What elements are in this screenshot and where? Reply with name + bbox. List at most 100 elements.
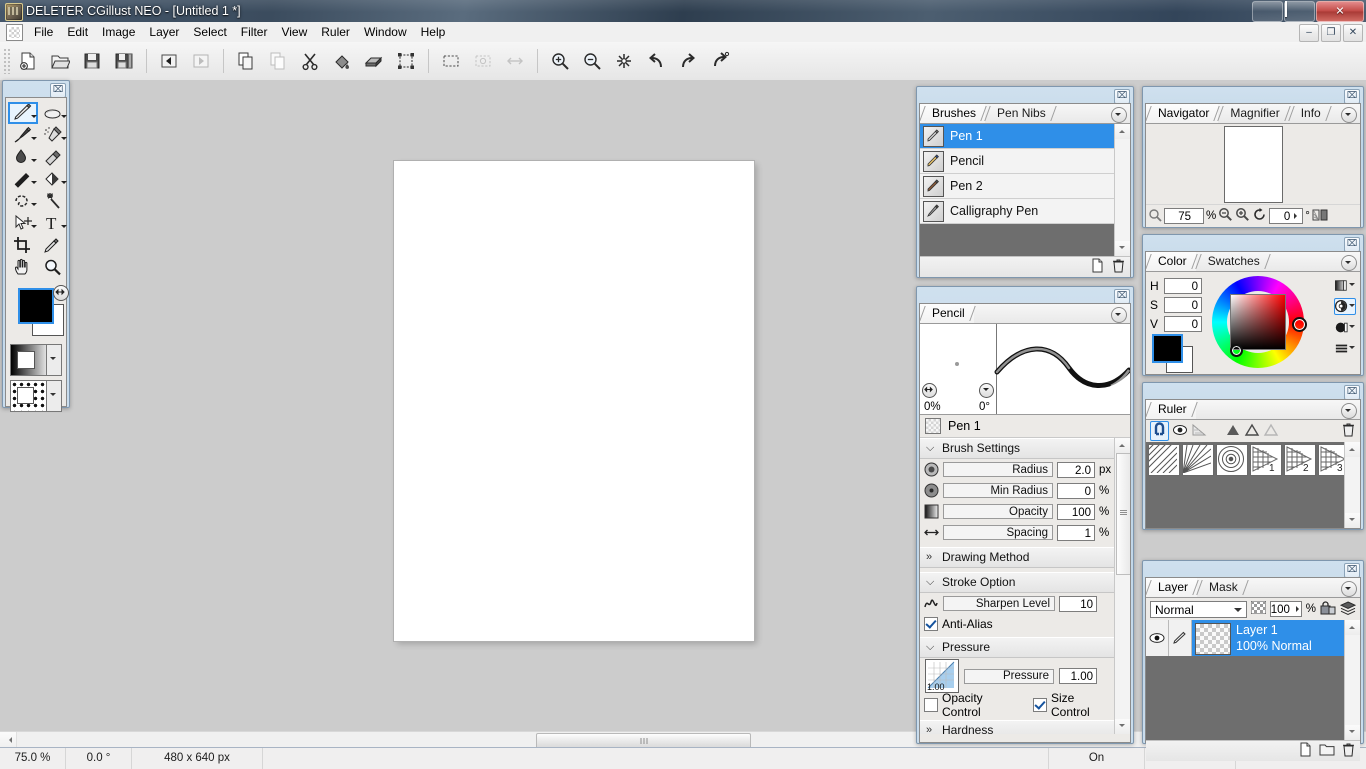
- navigator-preview[interactable]: [1146, 124, 1360, 204]
- layer-thumbnail-icon[interactable]: [1250, 600, 1267, 617]
- channel-s-input[interactable]: 0: [1164, 296, 1202, 313]
- setting-sharpen-level[interactable]: Sharpen Level 10: [920, 593, 1115, 614]
- ruler-panel-grip[interactable]: ⌧: [1145, 385, 1361, 400]
- color-circle-mode-icon[interactable]: [1334, 319, 1356, 336]
- close-button[interactable]: ✕: [1316, 1, 1364, 22]
- airbrush-tool-caret[interactable]: [61, 137, 67, 143]
- tab-pencil[interactable]: Pencil: [920, 304, 974, 323]
- scroll-left-icon[interactable]: [0, 732, 17, 748]
- magic-wand-tool[interactable]: [38, 190, 68, 212]
- trash-icon[interactable]: [1111, 258, 1126, 276]
- spacing-slider[interactable]: Spacing: [943, 525, 1053, 540]
- brushes-panel-close-button[interactable]: ⌧: [1114, 89, 1130, 104]
- save-icon[interactable]: [77, 46, 107, 76]
- blur-tool[interactable]: [8, 146, 38, 168]
- pencil-icon[interactable]: [1169, 620, 1192, 656]
- brush-settings-panel-close-button[interactable]: ⌧: [1114, 289, 1130, 304]
- channel-v-input[interactable]: 0: [1164, 315, 1202, 332]
- color-wheel-mode-icon[interactable]: [1334, 298, 1356, 315]
- menu-ruler[interactable]: Ruler: [314, 22, 357, 42]
- fill-bucket-tool-caret[interactable]: [61, 181, 67, 187]
- menu-view[interactable]: View: [274, 22, 314, 42]
- panel-menu-icon[interactable]: [1341, 107, 1357, 123]
- ruler-panel-close-button[interactable]: ⌧: [1344, 385, 1360, 400]
- checkbox-anti-alias[interactable]: Anti-Alias: [920, 614, 1115, 633]
- min-radius-input[interactable]: 0: [1057, 482, 1095, 499]
- color-panel-close-button[interactable]: ⌧: [1344, 237, 1360, 252]
- mdi-minimize-button[interactable]: –: [1299, 24, 1319, 42]
- spacing-input[interactable]: 1: [1057, 524, 1095, 541]
- radius-slider[interactable]: Radius: [943, 462, 1053, 477]
- redo-icon[interactable]: [673, 46, 703, 76]
- color-panel-grip[interactable]: ⌧: [1145, 237, 1361, 252]
- setting-min-radius[interactable]: Min Radius 0 %: [920, 480, 1115, 501]
- color-bar-mode-icon[interactable]: [1334, 277, 1356, 294]
- eraser-block-icon[interactable]: [359, 46, 389, 76]
- eraser-tool-caret[interactable]: [61, 115, 67, 121]
- panel-menu-icon[interactable]: [1341, 255, 1357, 271]
- checkbox-opacity-control[interactable]: Opacity Control: [924, 691, 1023, 719]
- table-row[interactable]: Layer 1 100% Normal: [1146, 620, 1345, 656]
- blur-tool-caret[interactable]: [31, 159, 37, 165]
- undo-icon[interactable]: [641, 46, 671, 76]
- channel-h-input[interactable]: 0: [1164, 277, 1202, 294]
- layer-panel-close-button[interactable]: ⌧: [1344, 563, 1360, 578]
- brush-tool[interactable]: [8, 124, 38, 146]
- menu-filter[interactable]: Filter: [234, 22, 275, 42]
- anti-alias-checkbox[interactable]: [924, 616, 938, 631]
- zoom-out-icon[interactable]: [1218, 207, 1233, 225]
- list-item[interactable]: Calligraphy Pen: [920, 199, 1115, 224]
- tool-palette-close-button[interactable]: ⌧: [50, 83, 66, 98]
- next-page-icon[interactable]: [186, 46, 216, 76]
- pressure-slider[interactable]: Pressure: [964, 668, 1054, 684]
- trash-icon[interactable]: [1341, 742, 1356, 760]
- blend-mode-select[interactable]: Normal: [1150, 600, 1247, 618]
- hand-tool[interactable]: [8, 256, 38, 278]
- text-tool[interactable]: T: [38, 212, 68, 234]
- radial-lines-ruler[interactable]: [1182, 444, 1214, 476]
- pressure-curve-icon[interactable]: 1.00: [925, 659, 959, 693]
- maximize-button[interactable]: [1284, 1, 1315, 22]
- scroll-down-icon[interactable]: [1345, 513, 1360, 528]
- brush-settings-scrollbar[interactable]: [1114, 438, 1130, 734]
- filled-triangle-icon[interactable]: [1225, 423, 1241, 440]
- light-triangle-icon[interactable]: [1263, 423, 1279, 440]
- scrollbar-thumb[interactable]: [1116, 453, 1130, 575]
- toolbar-grip[interactable]: [3, 48, 12, 74]
- menu-file[interactable]: File: [27, 22, 60, 42]
- eye-icon[interactable]: [1146, 620, 1169, 656]
- panel-menu-icon[interactable]: [1111, 107, 1127, 123]
- tab-mask[interactable]: Mask: [1197, 578, 1247, 597]
- eyedropper-tool[interactable]: [38, 234, 68, 256]
- panel-menu-icon[interactable]: [1341, 581, 1357, 597]
- setting-opacity[interactable]: Opacity 100 %: [920, 501, 1115, 522]
- rotate-icon[interactable]: [1252, 207, 1267, 225]
- min-radius-slider[interactable]: Min Radius: [943, 483, 1053, 498]
- crop-tool[interactable]: [8, 234, 38, 256]
- navigator-panel-close-button[interactable]: ⌧: [1344, 89, 1360, 104]
- mdi-restore-button[interactable]: ❐: [1321, 24, 1341, 42]
- save-as-icon[interactable]: [109, 46, 139, 76]
- list-item[interactable]: Pen 1: [920, 124, 1115, 149]
- concentric-circle-ruler[interactable]: [1216, 444, 1248, 476]
- trash-icon[interactable]: [1341, 422, 1356, 440]
- scroll-up-icon[interactable]: [1345, 442, 1360, 457]
- navigator-thumbnail[interactable]: [1224, 126, 1283, 203]
- opacity-stepper-icon[interactable]: [1295, 606, 1302, 612]
- menu-edit[interactable]: Edit: [60, 22, 95, 42]
- deselect-icon[interactable]: [468, 46, 498, 76]
- menu-help[interactable]: Help: [414, 22, 453, 42]
- fill-bucket-icon[interactable]: [327, 46, 357, 76]
- color-wheel[interactable]: [1212, 276, 1307, 368]
- color-slider-mode-icon[interactable]: [1334, 340, 1356, 357]
- panel-menu-icon[interactable]: [1111, 307, 1127, 323]
- scroll-up-icon[interactable]: [1345, 620, 1360, 635]
- sharpen-level-input[interactable]: 10: [1059, 595, 1097, 612]
- zoom-out-icon[interactable]: [577, 46, 607, 76]
- document-canvas[interactable]: [394, 161, 754, 641]
- perspective-ruler-1[interactable]: 1: [1250, 444, 1282, 476]
- opacity-control-checkbox[interactable]: [924, 698, 938, 712]
- lasso-select-tool[interactable]: [8, 190, 38, 212]
- scroll-down-icon[interactable]: [1345, 725, 1360, 740]
- airbrush-tool[interactable]: [38, 124, 68, 146]
